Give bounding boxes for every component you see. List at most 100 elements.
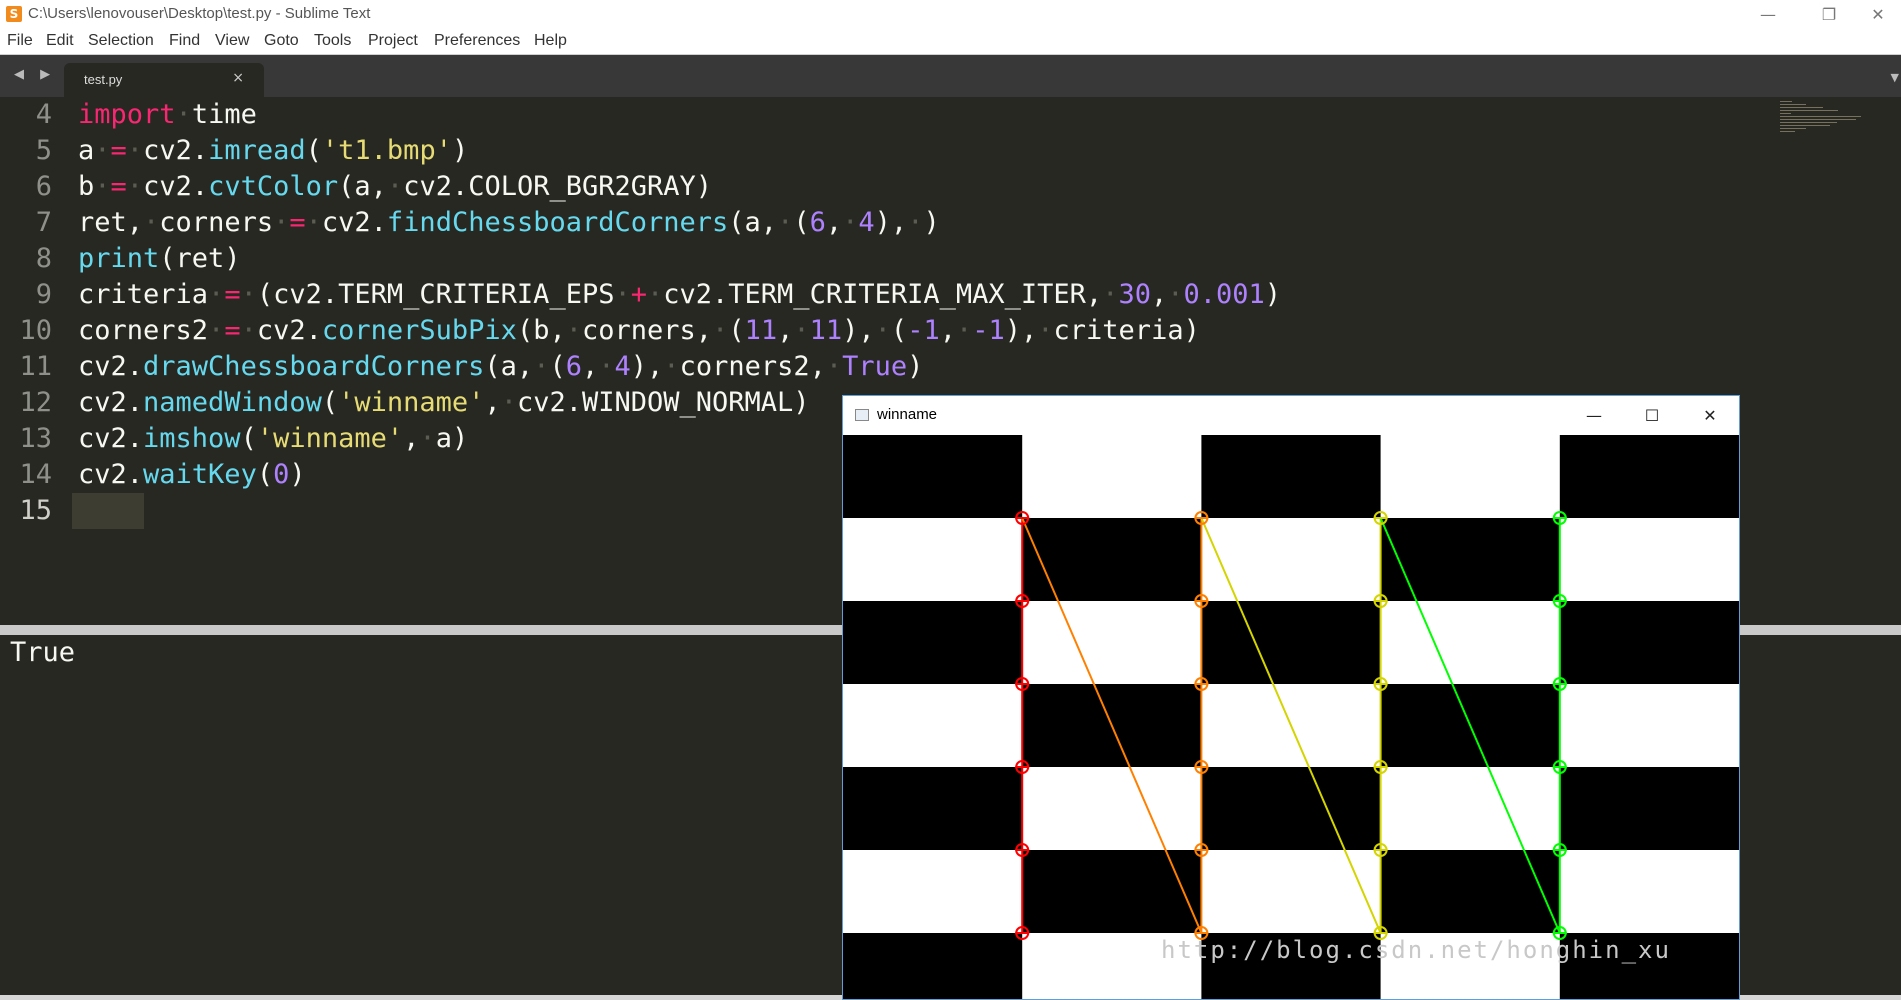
code-token: · xyxy=(712,315,729,346)
code-token: 'winname' xyxy=(338,387,485,418)
board-square xyxy=(1380,518,1561,602)
menu-view[interactable]: View xyxy=(215,32,249,50)
line-number: 9 xyxy=(35,279,52,310)
code-token: 'winname' xyxy=(256,423,404,454)
code-token: = xyxy=(224,279,241,310)
tab-nav-arrows-icon[interactable]: ◀ ▶ xyxy=(14,67,56,82)
menu-tools[interactable]: Tools xyxy=(314,32,351,50)
minimap-line xyxy=(1780,116,1862,117)
menu-edit[interactable]: Edit xyxy=(46,32,74,50)
code-token: cv2. xyxy=(143,171,209,202)
code-token: + xyxy=(630,279,647,310)
code-line[interactable]: ret,·corners·=·cv2.findChessboardCorners… xyxy=(78,205,940,241)
code-token: · xyxy=(126,171,144,202)
code-token: drawChessboardCorners xyxy=(143,351,485,382)
minimap-line xyxy=(1780,101,1793,102)
opencv-window-title: winname xyxy=(877,406,938,423)
code-line[interactable]: a·=·cv2.imread('t1.bmp') xyxy=(78,133,468,169)
line-number: 12 xyxy=(19,387,52,418)
menu-selection[interactable]: Selection xyxy=(88,32,154,50)
board-square xyxy=(1380,850,1561,934)
code-line[interactable]: cv2.waitKey(0) xyxy=(78,457,306,493)
minimap-line xyxy=(1780,107,1823,108)
board-square xyxy=(1022,767,1202,851)
menu-goto[interactable]: Goto xyxy=(264,32,299,50)
code-token: (a, xyxy=(338,171,387,202)
menu-project[interactable]: Project xyxy=(368,32,418,50)
board-square xyxy=(1201,601,1382,685)
code-line[interactable]: b·=·cv2.cvtColor(a,·cv2.COLOR_BGR2GRAY) xyxy=(78,169,712,205)
output-text: True xyxy=(10,637,76,668)
tab-close-icon[interactable]: × xyxy=(232,70,244,86)
tab-test-py[interactable]: test.py × xyxy=(64,63,264,98)
code-token: · xyxy=(175,99,192,130)
code-line[interactable]: corners2·=·cv2.cornerSubPix(b,·corners,·… xyxy=(78,313,1200,349)
code-token: -1 xyxy=(907,315,940,346)
code-token: waitKey xyxy=(143,459,257,490)
opencv-window-titlebar[interactable]: winname — ☐ ✕ xyxy=(843,396,1739,435)
code-line[interactable]: criteria·=·(cv2.TERM_CRITERIA_EPS·+·cv2.… xyxy=(78,277,1281,313)
code-token: cv2.WINDOW_NORMAL) xyxy=(516,387,810,418)
code-token: 0.001 xyxy=(1183,279,1265,310)
code-token: · xyxy=(1167,279,1184,310)
line-number: 13 xyxy=(19,423,52,454)
close-icon[interactable]: ✕ xyxy=(1855,0,1901,29)
code-token: 11 xyxy=(809,315,843,346)
menu-bar: File Edit Selection Find View Goto Tools… xyxy=(0,29,1901,54)
menu-find[interactable]: Find xyxy=(169,32,200,50)
board-square xyxy=(1380,601,1561,685)
minimize-icon[interactable]: — xyxy=(1745,0,1791,29)
code-token: ( xyxy=(890,315,908,346)
code-line[interactable]: cv2.drawChessboardCorners(a,·(6,·4),·cor… xyxy=(78,349,923,385)
restore-icon[interactable]: ❐ xyxy=(1806,0,1852,29)
code-line[interactable]: import·time xyxy=(78,97,257,133)
code-token: 4 xyxy=(614,351,631,382)
code-token: ) xyxy=(923,207,940,238)
code-token: 11 xyxy=(744,315,778,346)
board-square xyxy=(1201,518,1382,602)
board-square xyxy=(1022,435,1202,519)
code-token: b xyxy=(78,171,95,202)
menu-preferences[interactable]: Preferences xyxy=(434,32,520,50)
code-token: cv2. xyxy=(78,387,144,418)
code-line[interactable]: cv2.namedWindow('winname',·cv2.WINDOW_NO… xyxy=(78,385,810,421)
code-token: cornerSubPix xyxy=(321,315,517,346)
code-token: ), xyxy=(1004,315,1038,346)
code-token: · xyxy=(1102,279,1119,310)
minimize-icon[interactable]: — xyxy=(1565,396,1623,435)
code-line[interactable]: print(ret) xyxy=(78,241,241,277)
code-token: True xyxy=(842,351,908,382)
code-token: · xyxy=(305,207,322,238)
minimap-line xyxy=(1780,113,1791,114)
code-token: ( xyxy=(728,315,745,346)
tab-dropdown-icon[interactable]: ▼ xyxy=(1891,71,1899,84)
code-token: · xyxy=(208,279,225,310)
code-token: , xyxy=(581,351,599,382)
code-token: ) xyxy=(289,459,306,490)
code-token: ) xyxy=(1264,279,1282,310)
code-token: · xyxy=(273,207,290,238)
code-token: · xyxy=(663,351,680,382)
code-token: · xyxy=(842,207,859,238)
code-token: ret, xyxy=(78,207,144,238)
code-token: · xyxy=(955,315,973,346)
menu-file[interactable]: File xyxy=(7,32,33,50)
board-square xyxy=(1559,684,1739,768)
close-icon[interactable]: ✕ xyxy=(1681,396,1739,435)
code-token: · xyxy=(143,207,160,238)
board-square xyxy=(1559,767,1739,851)
opencv-window[interactable]: winname — ☐ ✕ http://blog.csdn.net/hongh… xyxy=(842,395,1740,1000)
code-token: imread xyxy=(208,135,306,166)
minimap[interactable] xyxy=(1780,101,1868,141)
code-token: -1 xyxy=(972,315,1005,346)
code-token: imshow xyxy=(143,423,241,454)
menu-help[interactable]: Help xyxy=(534,32,567,50)
board-square xyxy=(1022,518,1202,602)
line-number: 5 xyxy=(35,135,52,166)
code-token: ) xyxy=(907,351,924,382)
code-line[interactable]: cv2.imshow('winname',·a) xyxy=(78,421,468,457)
maximize-icon[interactable]: ☐ xyxy=(1623,396,1681,435)
board-square xyxy=(843,518,1023,602)
code-token: · xyxy=(907,207,924,238)
code-token: cv2. xyxy=(78,351,144,382)
